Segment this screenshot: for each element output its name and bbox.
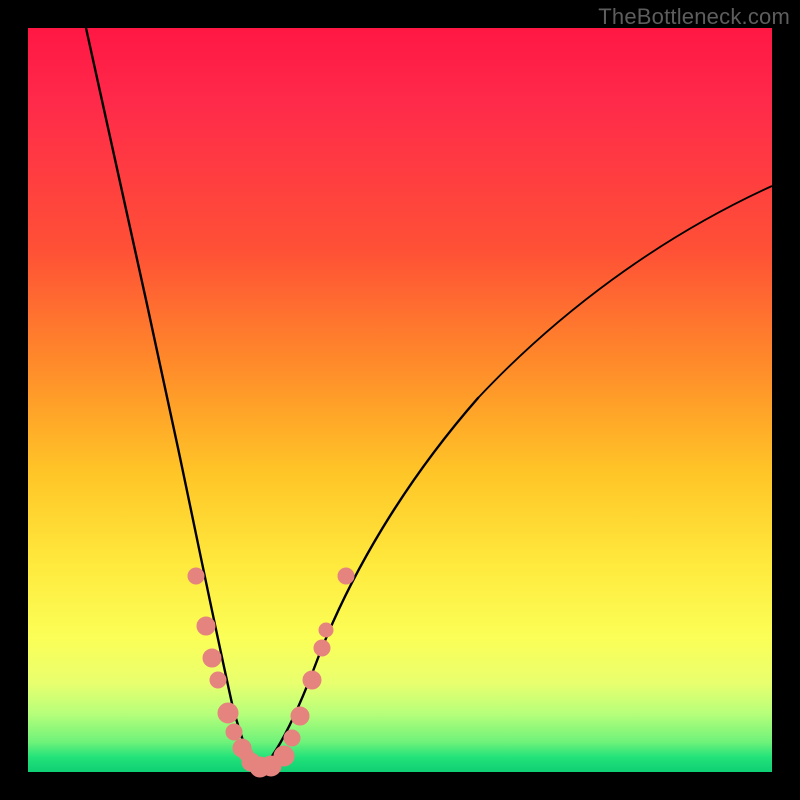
marker-dot [291, 707, 309, 725]
marker-dot [197, 617, 215, 635]
markers [188, 568, 354, 777]
curve-right-branch-thin [478, 186, 772, 398]
marker-dot [218, 703, 238, 723]
watermark-text: TheBottleneck.com [598, 4, 790, 30]
marker-dot [303, 671, 321, 689]
chart-frame: TheBottleneck.com [0, 0, 800, 800]
plot-area [28, 28, 772, 772]
marker-dot [319, 623, 333, 637]
curve-layer [28, 28, 772, 772]
marker-dot [274, 746, 294, 766]
marker-dot [226, 724, 242, 740]
marker-dot [210, 672, 226, 688]
marker-dot [338, 568, 354, 584]
marker-dot [284, 730, 300, 746]
marker-dot [203, 649, 221, 667]
curve-left-branch [86, 28, 258, 770]
marker-dot [188, 568, 204, 584]
marker-dot [314, 640, 330, 656]
